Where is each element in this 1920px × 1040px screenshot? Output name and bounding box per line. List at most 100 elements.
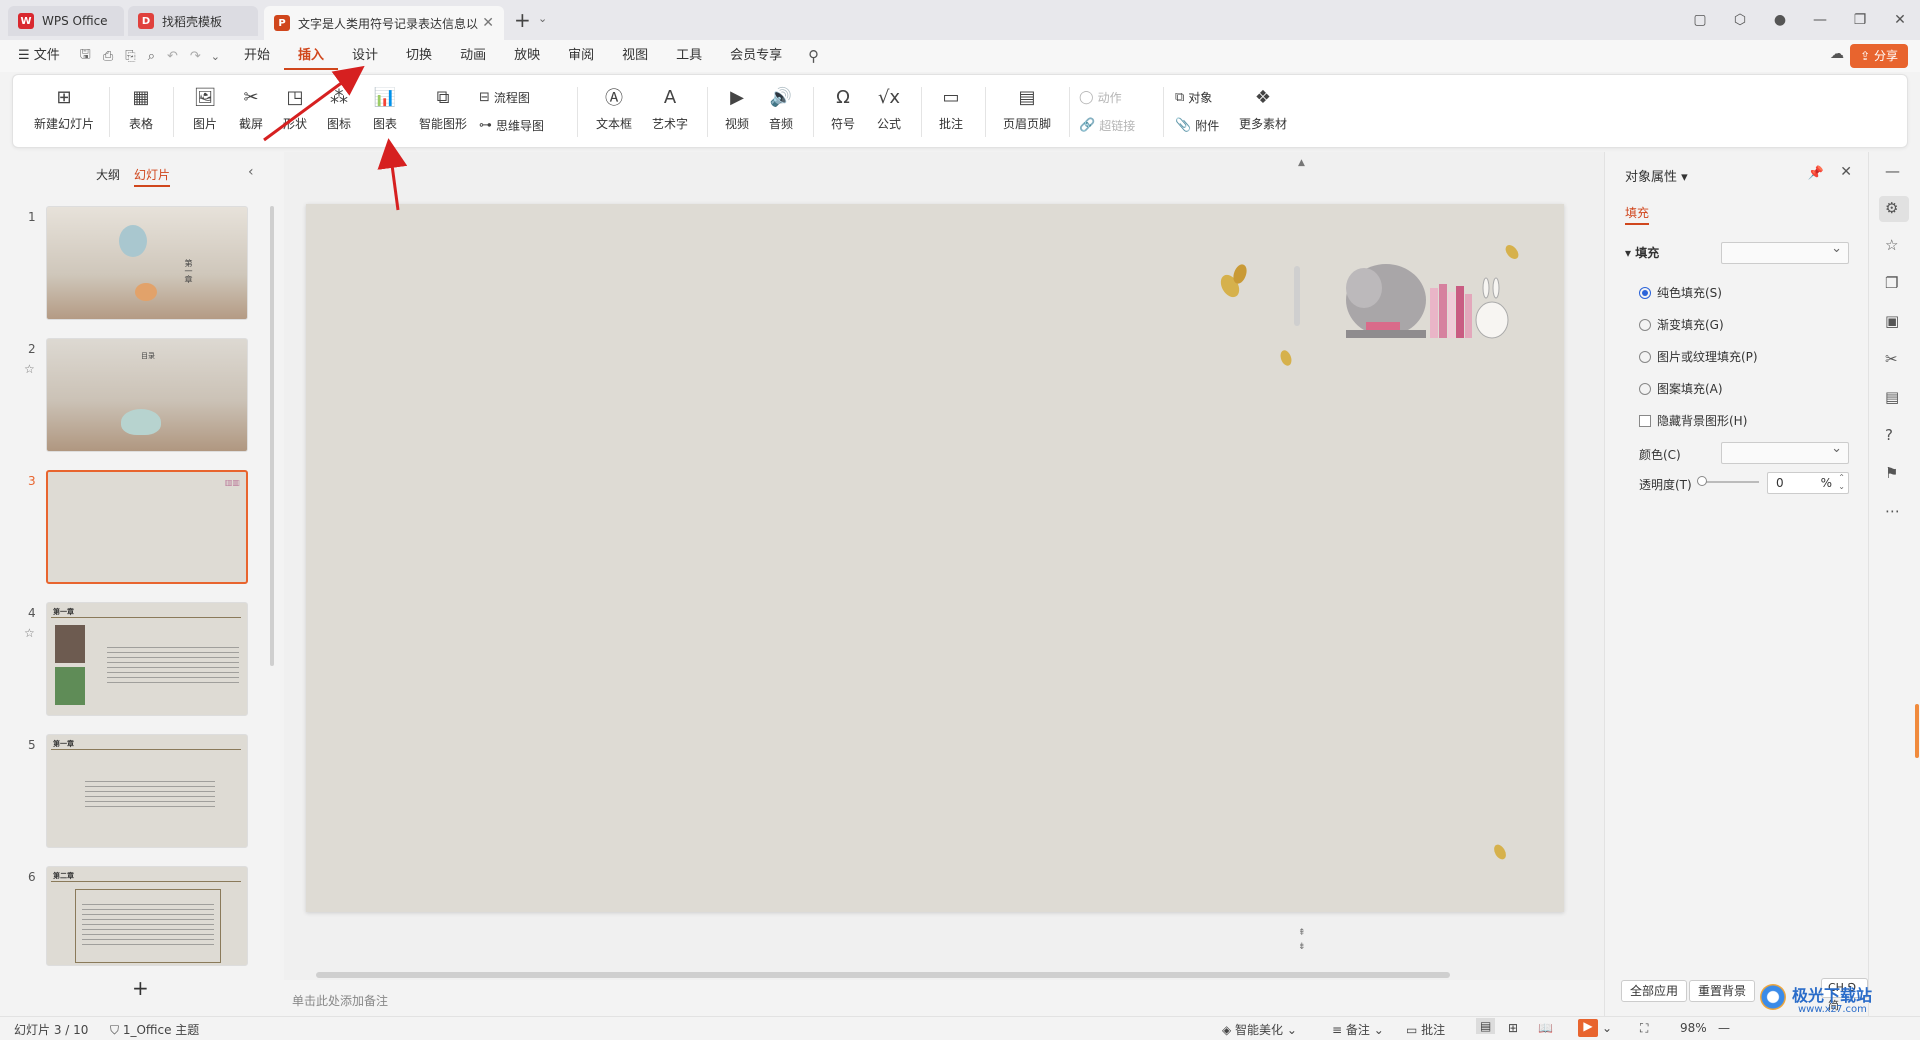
mindmap-button[interactable]: ⊶ 思维导图 — [479, 117, 544, 134]
file-menu[interactable]: ☰ 文件 — [0, 40, 74, 72]
share-settings-icon[interactable]: ⚑ — [1885, 464, 1898, 482]
tab-docer-template[interactable]: D 找稻壳模板 — [128, 6, 258, 36]
hide-background-checkbox[interactable]: 隐藏背景图形(H) — [1639, 412, 1747, 429]
share-button[interactable]: ⇪ 分享 — [1850, 44, 1908, 68]
play-slideshow-button[interactable]: ▶ — [1578, 1019, 1598, 1037]
wordart-button[interactable]: A 艺术字 — [645, 85, 695, 141]
reading-view-icon[interactable]: 📖 — [1538, 1021, 1553, 1035]
screenshot-button[interactable]: ✂ 截屏 — [231, 85, 271, 141]
flowchart-button[interactable]: ⊟ 流程图 — [479, 89, 530, 106]
star-icon[interactable]: ☆ — [24, 362, 35, 376]
video-button[interactable]: ▶ 视频 — [717, 85, 757, 141]
textbox-button[interactable]: Ⓐ 文本框 — [589, 85, 639, 141]
tab-document[interactable]: P 文字是人类用符号记录表达信息以 ✕ — [264, 6, 504, 40]
notes-toggle-button[interactable]: ≡ 备注 ⌄ — [1332, 1021, 1384, 1038]
cube-icon[interactable]: ⬡ — [1720, 12, 1760, 28]
normal-view-icon[interactable]: ▤ — [1476, 1018, 1496, 1034]
more-material-button[interactable]: ❖ 更多素材 — [1231, 85, 1295, 141]
tools-icon[interactable]: ✂ — [1885, 350, 1898, 368]
new-slide-button[interactable]: ⊞ 新建幻灯片 — [29, 85, 99, 141]
layout-icon[interactable]: ▢ — [1680, 12, 1720, 28]
smart-beautify-button[interactable]: ◈ 智能美化 ⌄ — [1222, 1021, 1297, 1038]
menu-view[interactable]: 视图 — [608, 40, 662, 72]
star-icon[interactable]: ☆ — [24, 626, 35, 640]
print-preview-icon[interactable]: ⌕ — [142, 49, 161, 64]
minimize-icon[interactable]: — — [1800, 12, 1840, 28]
slideshow-chevron-icon[interactable]: ⌄ — [1602, 1021, 1612, 1035]
scroll-down-page-icon[interactable]: ⇟ — [1298, 942, 1306, 952]
formula-button[interactable]: √x 公式 — [869, 85, 909, 141]
menu-tools[interactable]: 工具 — [662, 40, 716, 72]
image-edit-icon[interactable]: ▣ — [1885, 312, 1899, 330]
radio-gradient-fill[interactable]: 渐变填充(G) — [1639, 316, 1724, 333]
menu-animation[interactable]: 动画 — [446, 40, 500, 72]
properties-icon[interactable]: ⚙ — [1879, 196, 1909, 222]
tab-wps-office[interactable]: W WPS Office — [8, 6, 124, 36]
close-tab-icon[interactable]: ✕ — [482, 15, 494, 31]
object-button[interactable]: ⧉ 对象 — [1175, 89, 1212, 106]
avatar[interactable]: ● — [1760, 12, 1800, 28]
spinner-icon[interactable]: ⌃ ⌄ — [1838, 473, 1845, 491]
restore-icon[interactable]: ❐ — [1840, 12, 1880, 28]
transparency-slider[interactable] — [1697, 476, 1759, 486]
slide-thumbnail-6[interactable]: 第二章 — [46, 866, 248, 966]
radio-pattern-fill[interactable]: 图案填充(A) — [1639, 380, 1723, 397]
add-slide-button[interactable]: + — [132, 976, 149, 1000]
scroll-up-page-icon[interactable]: ⇞ — [1298, 928, 1306, 938]
close-panel-icon[interactable]: ✕ — [1840, 164, 1852, 180]
side-scrollbar[interactable] — [1915, 704, 1919, 758]
menu-start[interactable]: 开始 — [230, 40, 284, 72]
redo-icon[interactable]: ↷ — [184, 49, 207, 64]
menu-member[interactable]: 会员专享 — [716, 40, 796, 72]
menu-slideshow[interactable]: 放映 — [500, 40, 554, 72]
header-footer-button[interactable]: ▤ 页眉页脚 — [995, 85, 1059, 141]
thumbnail-scrollbar[interactable] — [270, 206, 274, 666]
audio-button[interactable]: 🔊 音频 — [761, 85, 801, 141]
quick-access-chevron-icon[interactable]: ⌄ — [207, 50, 230, 63]
fit-window-icon[interactable]: ⛶ — [1640, 1021, 1648, 1036]
fill-section-toggle[interactable]: ▾ 填充 — [1625, 244, 1659, 261]
slide-thumbnail-1[interactable]: 第一章 — [46, 206, 248, 320]
book-icon[interactable]: ▤ — [1885, 388, 1899, 406]
copy-icon[interactable]: ❐ — [1885, 274, 1898, 292]
tab-slides[interactable]: 幻灯片 — [134, 166, 171, 187]
help-icon[interactable]: ? — [1885, 426, 1893, 444]
hyperlink-button[interactable]: 🔗 超链接 — [1079, 117, 1135, 134]
more-icon[interactable]: ⋯ — [1885, 502, 1900, 520]
slide-canvas[interactable] — [306, 204, 1564, 912]
apply-all-button[interactable]: 全部应用 — [1621, 980, 1688, 1002]
close-window-icon[interactable]: ✕ — [1880, 12, 1920, 28]
zoom-out-icon[interactable]: — — [1718, 1021, 1730, 1035]
tab-fill[interactable]: 填充 — [1625, 204, 1650, 225]
icon-button[interactable]: ⁂ 图标 — [319, 85, 359, 141]
print-icon[interactable]: ⎘ — [119, 49, 141, 64]
slide-thumbnail-5[interactable]: 第一章 — [46, 734, 248, 848]
menu-design[interactable]: 设计 — [338, 40, 392, 72]
horizontal-scrollbar[interactable] — [316, 972, 1450, 978]
panel-title[interactable]: 对象属性 ▾ — [1625, 166, 1688, 185]
sorter-view-icon[interactable]: ⊞ — [1508, 1021, 1518, 1035]
action-button[interactable]: ◯ 动作 — [1079, 89, 1122, 106]
vertical-scrollbar[interactable] — [1294, 266, 1300, 326]
picture-button[interactable]: 🖼 图片 — [185, 85, 225, 141]
radio-solid-fill[interactable]: 纯色填充(S) — [1639, 284, 1722, 301]
theme-name[interactable]: ⛉ 1_Office 主题 — [110, 1021, 199, 1038]
cloud-sync-icon[interactable]: ☁ — [1830, 46, 1844, 62]
zoom-level[interactable]: 98% — [1680, 1021, 1707, 1035]
notes-area[interactable]: 单击此处添加备注 — [284, 984, 1604, 1014]
transparency-input[interactable]: 0 % ⌃ ⌄ — [1767, 472, 1849, 494]
smart-art-button[interactable]: ⧉ 智能图形 — [415, 85, 471, 141]
undo-icon[interactable]: ↶ — [161, 49, 184, 64]
menu-review[interactable]: 审阅 — [554, 40, 608, 72]
comments-toggle-button[interactable]: ▭ 批注 — [1406, 1021, 1445, 1038]
shape-button[interactable]: ◳ 形状 — [275, 85, 315, 141]
menu-transition[interactable]: 切换 — [392, 40, 446, 72]
tab-outline[interactable]: 大纲 — [96, 166, 120, 187]
attachment-button[interactable]: 📎 附件 — [1175, 117, 1219, 134]
table-button[interactable]: ▦ 表格 — [121, 85, 161, 141]
save-icon[interactable]: 🖫 — [74, 45, 97, 67]
pin-icon[interactable]: 📌 — [1808, 166, 1824, 181]
fill-color-dropdown[interactable] — [1721, 241, 1849, 264]
slide-thumbnail-4[interactable]: 第一章 — [46, 602, 248, 716]
slider-handle[interactable] — [1697, 476, 1707, 486]
